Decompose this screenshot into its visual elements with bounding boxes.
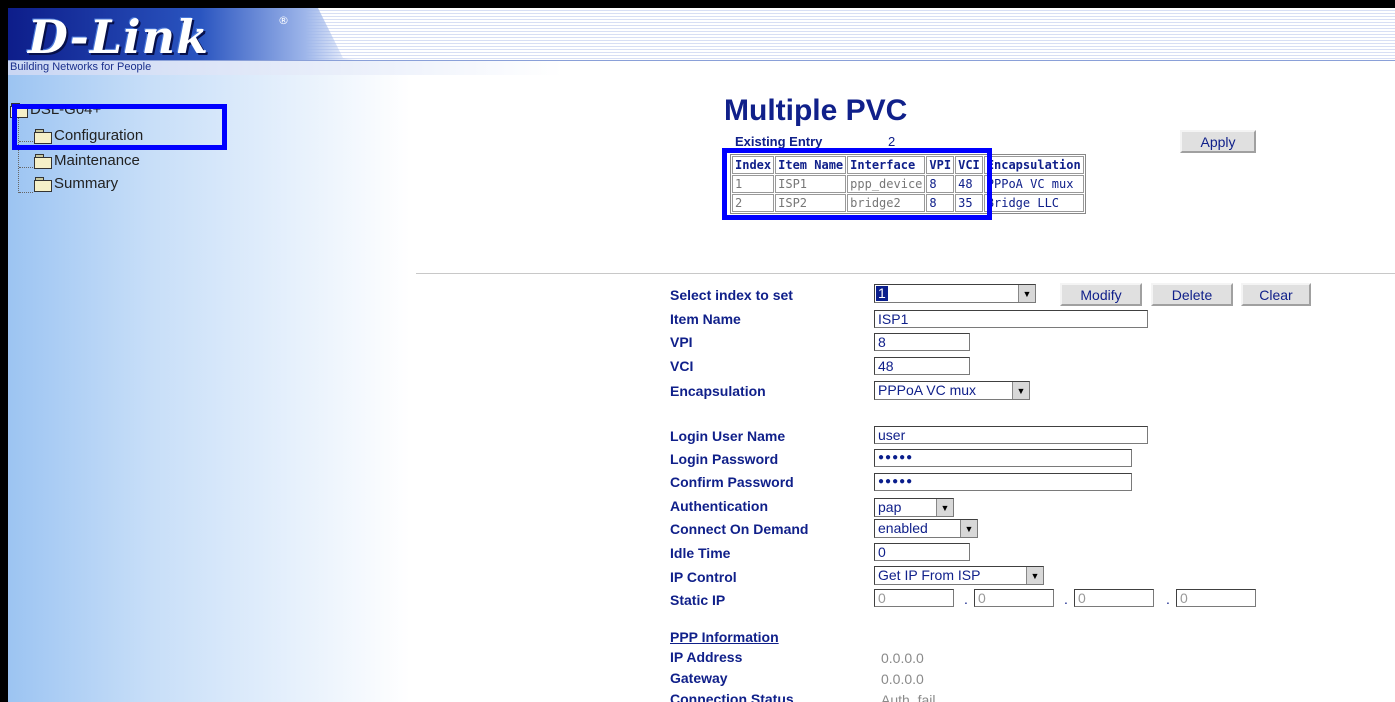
static-ip-octet-1[interactable]: 0 — [874, 589, 954, 607]
sidebar-item-summary[interactable]: Summary — [34, 175, 118, 192]
section-divider — [416, 273, 1395, 274]
encapsulation-value: PPPoA VC mux — [878, 382, 977, 398]
connect-on-demand-dropdown[interactable]: enabled ▼ — [874, 519, 978, 538]
static-ip-label: Static IP — [670, 592, 726, 608]
vpi-input[interactable]: 8 — [874, 333, 970, 351]
gateway-label: Gateway — [670, 670, 728, 686]
ip-control-label: IP Control — [670, 569, 737, 585]
select-index-dropdown[interactable]: 1 ▼ — [874, 284, 1036, 303]
static-ip-octet-4[interactable]: 0 — [1176, 589, 1256, 607]
chevron-down-icon: ▼ — [1012, 382, 1029, 399]
authentication-dropdown[interactable]: pap ▼ — [874, 498, 954, 517]
tree-connector — [19, 192, 33, 193]
static-ip-separator: . — [1064, 591, 1068, 607]
ip-control-value: Get IP From ISP — [878, 567, 981, 583]
sidebar: DSL-G04+ Configuration Maintenance Summa… — [8, 75, 410, 702]
gateway-value: 0.0.0.0 — [881, 671, 924, 687]
chevron-down-icon: ▼ — [960, 520, 977, 537]
existing-entry-label: Existing Entry — [735, 134, 823, 149]
select-index-label: Select index to set — [670, 287, 793, 303]
folder-icon — [34, 176, 52, 192]
login-user-input[interactable]: user — [874, 426, 1148, 444]
ip-address-label: IP Address — [670, 649, 743, 665]
registered-mark: ® — [278, 14, 289, 27]
authentication-value: pap — [878, 499, 902, 515]
highlight-box-table — [722, 148, 992, 220]
ppp-information-link[interactable]: PPP Information — [670, 629, 779, 645]
apply-button[interactable]: Apply — [1180, 130, 1256, 153]
sidebar-item-label: Maintenance — [54, 152, 140, 169]
chevron-down-icon: ▼ — [1026, 567, 1043, 584]
page-title: Multiple PVC — [724, 94, 908, 127]
encapsulation-dropdown[interactable]: PPPoA VC mux ▼ — [874, 381, 1030, 400]
item-name-label: Item Name — [670, 311, 741, 327]
dlink-logo: D-Link — [28, 10, 209, 64]
modify-button[interactable]: Modify — [1060, 283, 1142, 306]
idle-time-input[interactable]: 0 — [874, 543, 970, 561]
static-ip-octet-3[interactable]: 0 — [1074, 589, 1154, 607]
sidebar-item-label: Summary — [54, 175, 119, 192]
chevron-down-icon: ▼ — [936, 499, 953, 516]
existing-entry-count: 2 — [888, 134, 896, 149]
chevron-down-icon: ▼ — [1018, 285, 1035, 302]
static-ip-separator: . — [964, 591, 968, 607]
vci-label: VCI — [670, 358, 694, 374]
select-index-value: 1 — [876, 285, 888, 301]
connection-status-label: Connection Status — [670, 691, 794, 702]
connect-on-demand-label: Connect On Demand — [670, 521, 809, 537]
item-name-input[interactable]: ISP1 — [874, 310, 1148, 328]
confirm-password-label: Confirm Password — [670, 474, 794, 490]
column-header: Encapsulation — [983, 156, 1084, 174]
encapsulation-label: Encapsulation — [670, 383, 766, 399]
sidebar-item-maintenance[interactable]: Maintenance — [34, 152, 140, 169]
connection-status-value: Auth. fail — [881, 692, 936, 702]
login-password-input[interactable]: ●●●●● — [874, 449, 1132, 467]
delete-button[interactable]: Delete — [1151, 283, 1233, 306]
tree-connector — [19, 167, 33, 168]
confirm-password-input[interactable]: ●●●●● — [874, 473, 1132, 491]
login-user-label: Login User Name — [670, 428, 786, 444]
tagline-bar — [8, 60, 1395, 75]
folder-icon — [34, 153, 52, 169]
clear-button[interactable]: Clear — [1241, 283, 1311, 306]
ip-control-dropdown[interactable]: Get IP From ISP ▼ — [874, 566, 1044, 585]
idle-time-label: Idle Time — [670, 545, 731, 561]
ip-address-value: 0.0.0.0 — [881, 650, 924, 666]
table-cell: PPPoA VC mux — [983, 175, 1084, 193]
connect-on-demand-value: enabled — [878, 520, 928, 536]
static-ip-octet-2[interactable]: 0 — [974, 589, 1054, 607]
vci-input[interactable]: 48 — [874, 357, 970, 375]
app-frame: D-Link ® Building Networks for People DS… — [8, 8, 1395, 702]
table-cell: Bridge LLC — [983, 194, 1084, 212]
tagline: Building Networks for People — [10, 61, 152, 73]
highlight-box-configuration — [12, 104, 227, 150]
login-password-label: Login Password — [670, 451, 779, 467]
vpi-label: VPI — [670, 334, 693, 350]
authentication-label: Authentication — [670, 498, 768, 514]
static-ip-separator: . — [1166, 591, 1170, 607]
